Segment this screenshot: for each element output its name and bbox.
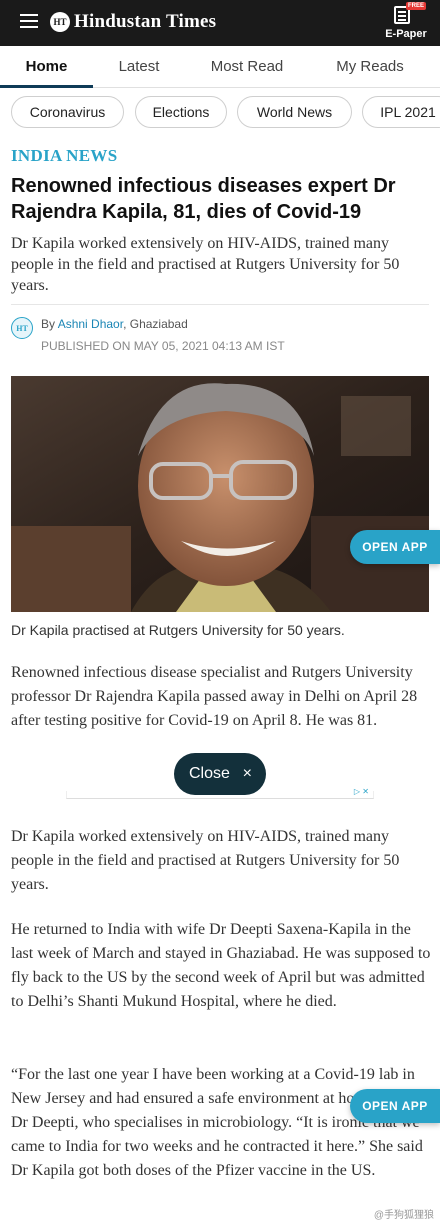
tab-latest[interactable]: Latest [100,46,178,88]
close-ad-button[interactable]: Close × [174,753,266,795]
epaper-label: E-Paper [385,28,427,40]
site-logo[interactable]: HT Hindustan Times [50,10,216,34]
author-link[interactable]: Ashni Dhaor [58,317,123,331]
open-app-button[interactable]: OPEN APP [350,530,440,564]
nav-tabs: Home Latest Most Read My Reads [0,46,440,88]
byline-prefix: By [41,317,56,331]
epaper-button[interactable]: FREE E-Paper [380,2,428,42]
photo-caption: Dr Kapila practised at Rutgers Universit… [11,622,345,638]
top-bar: HT Hindustan Times FREE E-Paper [0,0,440,46]
close-label: Close [189,765,230,782]
article-headline: Renowned infectious diseases expert Dr R… [11,175,396,223]
topic-chips: Coronavirus Elections World News IPL 202… [0,96,440,134]
tab-most-read[interactable]: Most Read [196,46,298,88]
tab-home[interactable]: Home [0,46,93,88]
article-paragraph-2: Dr Kapila worked extensively on HIV-AIDS… [11,828,400,893]
portrait-illustration [11,376,429,612]
logo-mark: HT [50,12,70,32]
byline-text: By Ashni Dhaor, Ghaziabad [41,317,188,331]
byline-location: , Ghaziabad [123,317,188,331]
open-app-button-lower[interactable]: OPEN APP [350,1089,440,1123]
chip-elections[interactable]: Elections [135,96,227,128]
published-date: PUBLISHED ON MAY 05, 2021 04:13 AM IST [41,339,285,353]
article-paragraph-3: He returned to India with wife Dr Deepti… [11,921,431,1010]
article-paragraph-1: Renowned infectious disease specialist a… [11,664,418,729]
author-avatar: HT [11,317,33,339]
watermark: @手狗狐狸狼 [373,1210,434,1221]
logo-text: Hindustan Times [74,11,217,32]
chip-world-news[interactable]: World News [237,96,352,128]
article-photo [11,376,429,612]
free-badge: FREE [406,2,427,10]
tab-my-reads[interactable]: My Reads [318,46,422,88]
chip-ipl-2021[interactable]: IPL 2021 [362,96,440,128]
close-icon: × [242,765,252,782]
chip-coronavirus[interactable]: Coronavirus [11,96,124,128]
menu-icon[interactable] [20,14,38,28]
ad-choices-icon[interactable]: ▷ ✕ [354,787,369,796]
section-label[interactable]: INDIA NEWS [11,146,117,166]
article-summary: Dr Kapila worked extensively on HIV-AIDS… [11,235,400,294]
article-paragraph-4: “For the last one year I have been worki… [11,1066,423,1179]
byline: HT By Ashni Dhaor, Ghaziabad PUBLISHED O… [11,304,429,356]
